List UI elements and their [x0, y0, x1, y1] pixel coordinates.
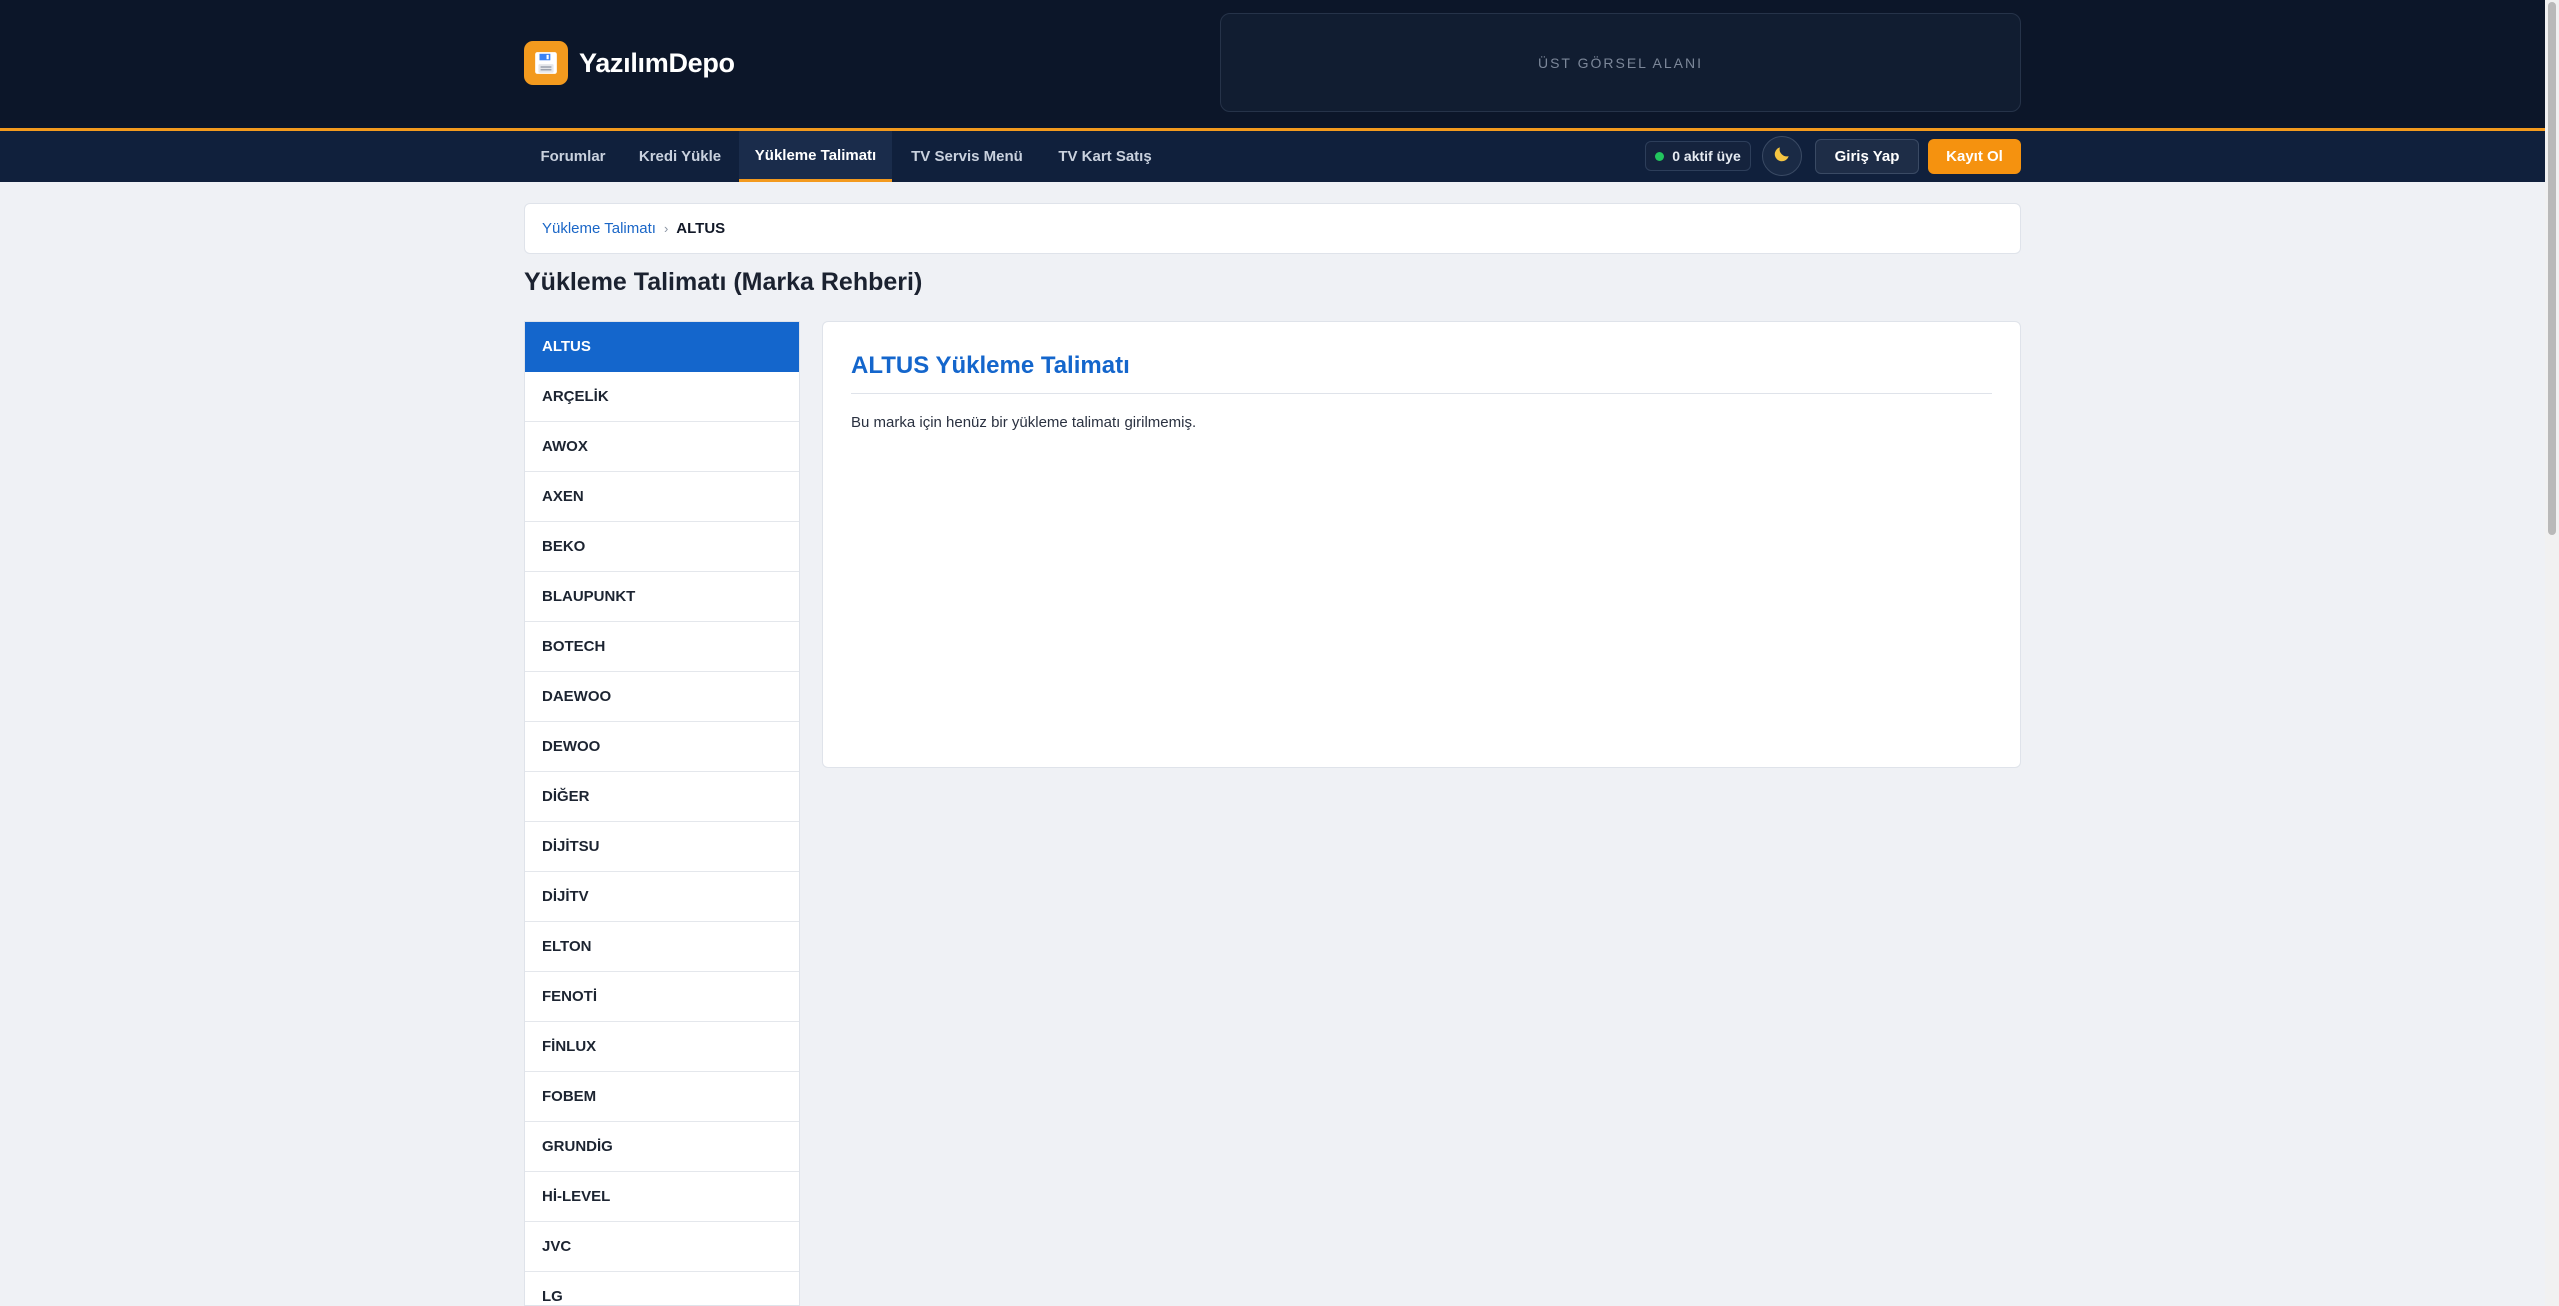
- brand-list: ALTUS ARÇELİK AWOX AXEN BEKO BLAUPUNKT B…: [524, 321, 800, 1306]
- page-title: Yükleme Talimatı (Marka Rehberi): [524, 268, 923, 296]
- brand-item-dijitsu[interactable]: DİJİTSU: [525, 822, 799, 872]
- instruction-title: ALTUS Yükleme Talimatı: [851, 352, 1130, 379]
- register-button[interactable]: Kayıt Ol: [1928, 139, 2021, 174]
- brand-item-fenoti[interactable]: FENOTİ: [525, 972, 799, 1022]
- nav-tv-servis-menu[interactable]: TV Servis Menü: [896, 131, 1038, 182]
- chevron-right-icon: ›: [663, 221, 669, 236]
- brand-item-dijitv[interactable]: DİJİTV: [525, 872, 799, 922]
- page-scrollbar[interactable]: [2545, 0, 2559, 1306]
- brand-item-dewoo[interactable]: DEWOO: [525, 722, 799, 772]
- brand-item-diger[interactable]: DİĞER: [525, 772, 799, 822]
- brand-item-grundig[interactable]: GRUNDİG: [525, 1122, 799, 1172]
- divider: [851, 393, 1992, 394]
- breadcrumb-current: ALTUS: [676, 220, 726, 237]
- brand-item-fobem[interactable]: FOBEM: [525, 1072, 799, 1122]
- brand-item-lg[interactable]: LG: [525, 1272, 799, 1305]
- main-nav: Forumlar Kredi Yükle Yükleme Talimatı TV…: [0, 131, 2545, 182]
- nav-forumlar[interactable]: Forumlar: [524, 131, 622, 182]
- brand-item-altus[interactable]: ALTUS: [525, 322, 799, 372]
- brand-item-elton[interactable]: ELTON: [525, 922, 799, 972]
- instruction-panel: ALTUS Yükleme Talimatı Bu marka için hen…: [822, 321, 2021, 768]
- theme-toggle-button[interactable]: [1762, 136, 1802, 176]
- brand-item-arcelik[interactable]: ARÇELİK: [525, 372, 799, 422]
- brand-item-awox[interactable]: AWOX: [525, 422, 799, 472]
- brand-item-jvc[interactable]: JVC: [525, 1222, 799, 1272]
- online-members-badge: 0 aktif üye: [1645, 141, 1751, 171]
- breadcrumb-link-yukleme-talimati[interactable]: Yükleme Talimatı: [542, 220, 656, 237]
- moon-icon: [1772, 144, 1792, 169]
- online-status-dot: [1655, 151, 1665, 161]
- top-banner-area: ÜST GÖRSEL ALANI: [1220, 13, 2021, 112]
- site-logo[interactable]: YazılımDepo: [524, 41, 735, 85]
- breadcrumb: Yükleme Talimatı › ALTUS: [524, 203, 2021, 254]
- nav-tv-kart-satis[interactable]: TV Kart Satış: [1042, 131, 1168, 182]
- brand-item-finlux[interactable]: FİNLUX: [525, 1022, 799, 1072]
- floppy-disk-icon: [524, 41, 568, 85]
- brand-item-axen[interactable]: AXEN: [525, 472, 799, 522]
- brand-item-daewoo[interactable]: DAEWOO: [525, 672, 799, 722]
- brand-item-hi-level[interactable]: Hİ-LEVEL: [525, 1172, 799, 1222]
- instruction-empty-message: Bu marka için henüz bir yükleme talimatı…: [851, 414, 1197, 431]
- brand-item-botech[interactable]: BOTECH: [525, 622, 799, 672]
- scrollbar-thumb[interactable]: [2548, 2, 2556, 535]
- login-button[interactable]: Giriş Yap: [1815, 139, 1919, 174]
- nav-kredi-yukle[interactable]: Kredi Yükle: [625, 131, 735, 182]
- brand-item-beko[interactable]: BEKO: [525, 522, 799, 572]
- site-header: YazılımDepo ÜST GÖRSEL ALANI: [0, 0, 2545, 131]
- online-members-text: 0 aktif üye: [1672, 148, 1741, 164]
- logo-text: YazılımDepo: [579, 47, 735, 78]
- nav-yukleme-talimati[interactable]: Yükleme Talimatı: [739, 131, 892, 182]
- brand-item-blaupunkt[interactable]: BLAUPUNKT: [525, 572, 799, 622]
